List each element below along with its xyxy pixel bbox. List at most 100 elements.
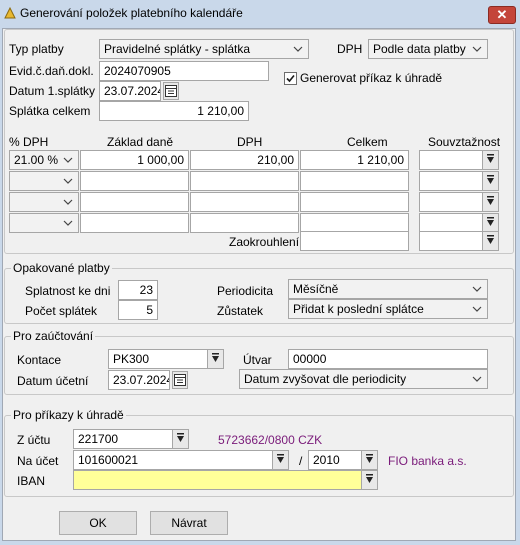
bank-code-field[interactable]: 2010	[308, 450, 378, 470]
navrat-button[interactable]: Návrat	[150, 511, 228, 535]
souv-field[interactable]	[419, 150, 499, 170]
lookup-arrow-icon	[212, 353, 219, 362]
calendar-icon	[174, 374, 186, 386]
typ-platby-select[interactable]: Pravidelné splátky - splátka	[99, 39, 309, 59]
datum-splatky-label: Datum 1.splátky	[9, 84, 96, 98]
generovat-checkbox[interactable]	[284, 72, 297, 85]
total-cell[interactable]	[300, 171, 409, 191]
total-cell[interactable]	[300, 192, 409, 212]
datum-splatky-field[interactable]: 23.07.2024	[99, 81, 161, 101]
lookup-arrow-icon	[487, 196, 494, 205]
periodicita-label: Periodicita	[217, 284, 274, 298]
ok-button[interactable]: OK	[59, 511, 137, 535]
base-cell[interactable]	[80, 192, 189, 212]
lookup-arrow-icon	[366, 454, 373, 463]
vat-rate-select[interactable]	[9, 192, 79, 212]
splatka-celkem-label: Splátka celkem	[9, 104, 91, 118]
base-cell[interactable]	[80, 171, 189, 191]
title-bar: Generování položek platebního kalendáře …	[0, 0, 520, 28]
souv-lookup-button[interactable]	[482, 214, 498, 232]
evid-field[interactable]: 2024070905	[99, 61, 269, 81]
na-ucet-label: Na účet	[17, 454, 59, 468]
vat-cell[interactable]	[190, 192, 299, 212]
dph-value: Podle data platby	[373, 42, 466, 56]
dph-label: DPH	[337, 42, 363, 56]
splatnost-field[interactable]: 23	[118, 280, 158, 300]
bank-code-lookup-button[interactable]	[361, 451, 377, 469]
iban-field[interactable]	[73, 470, 378, 490]
utvar-label: Útvar	[243, 353, 272, 367]
chevron-down-icon	[63, 199, 73, 205]
total-cell[interactable]	[300, 213, 409, 233]
lookup-arrow-icon	[366, 474, 373, 483]
chevron-down-icon	[63, 178, 73, 184]
zustatek-value: Přidat k poslední splátce	[293, 302, 424, 316]
z-uctu-info: 5723662/0800 CZK	[218, 433, 323, 447]
zaokrouhleni-souv-field[interactable]	[419, 231, 499, 251]
vat-rate-select[interactable]	[9, 213, 79, 233]
na-ucet-lookup-button[interactable]	[272, 451, 288, 469]
total-cell[interactable]: 1 210,00	[300, 150, 409, 170]
zauctovani-title: Pro zaúčtování	[11, 329, 96, 343]
chevron-down-icon	[472, 306, 482, 312]
iban-lookup-button[interactable]	[361, 471, 377, 489]
col-header-total: Celkem	[347, 135, 388, 149]
pocet-field[interactable]: 5	[118, 300, 158, 320]
lookup-arrow-icon	[487, 235, 494, 244]
z-uctu-field[interactable]: 221700	[73, 429, 189, 449]
souv-lookup-button[interactable]	[482, 172, 498, 190]
vat-cell[interactable]	[190, 213, 299, 233]
zaokrouhleni-label: Zaokrouhlení	[229, 235, 300, 249]
col-header-souv: Souvztažnost	[428, 135, 501, 149]
souv-field[interactable]	[419, 192, 499, 212]
iban-label: IBAN	[17, 474, 46, 488]
col-header-rate: % DPH	[9, 135, 49, 149]
lookup-arrow-icon	[487, 217, 494, 226]
splatka-celkem-field[interactable]: 1 210,00	[99, 101, 249, 121]
generovat-label: Generovat příkaz k úhradě	[300, 71, 443, 85]
window-title: Generování položek platebního kalendáře	[20, 6, 243, 20]
chevron-down-icon	[472, 46, 482, 52]
vat-cell[interactable]	[190, 171, 299, 191]
vat-rate-select[interactable]: 21.00 %	[9, 150, 79, 170]
bank-code-value: 2010	[313, 453, 340, 467]
dialog-body: Typ platby Pravidelné splátky - splátka …	[2, 28, 516, 541]
base-cell[interactable]: 1 000,00	[80, 150, 189, 170]
datum-mode-value: Datum zvyšovat dle periodicity	[244, 372, 407, 386]
close-button[interactable]: ✕	[488, 6, 516, 24]
calendar-button[interactable]	[163, 82, 179, 100]
col-header-base: Základ daně	[107, 135, 174, 149]
zustatek-label: Zůstatek	[217, 304, 264, 318]
souv-field[interactable]	[419, 171, 499, 191]
souv-field[interactable]	[419, 213, 499, 233]
account-slash: /	[299, 454, 303, 468]
calendar-button[interactable]	[172, 371, 188, 389]
chevron-down-icon	[63, 157, 73, 163]
z-uctu-lookup-button[interactable]	[172, 430, 188, 448]
datum-ucetni-field[interactable]: 23.07.2024	[108, 370, 170, 390]
na-ucet-value: 101600021	[78, 453, 139, 467]
prikazy-title: Pro příkazy k úhradě	[11, 408, 126, 422]
dph-select[interactable]: Podle data platby	[368, 39, 488, 59]
datum-mode-select[interactable]: Datum zvyšovat dle periodicity	[239, 369, 488, 389]
vat-rate-select[interactable]	[9, 171, 79, 191]
evid-label: Evid.č.daň.dokl.	[9, 64, 94, 78]
typ-platby-value: Pravidelné splátky - splátka	[104, 42, 251, 56]
base-cell[interactable]	[80, 213, 189, 233]
datum-ucetni-label: Datum účetní	[17, 374, 89, 388]
souv-lookup-button[interactable]	[482, 193, 498, 211]
chevron-down-icon	[472, 376, 482, 382]
utvar-field[interactable]: 00000	[288, 349, 488, 369]
zustatek-select[interactable]: Přidat k poslední splátce	[288, 299, 488, 319]
zaokrouhleni-field[interactable]	[300, 231, 409, 251]
periodicita-select[interactable]: Měsíčně	[288, 279, 488, 299]
col-header-vat: DPH	[237, 135, 263, 149]
souv-lookup-button[interactable]	[482, 232, 498, 250]
kontace-value: PK300	[113, 352, 150, 366]
kontace-field[interactable]: PK300	[108, 349, 224, 369]
chevron-down-icon	[63, 220, 73, 226]
souv-lookup-button[interactable]	[482, 151, 498, 169]
vat-cell[interactable]: 210,00	[190, 150, 299, 170]
na-ucet-field[interactable]: 101600021	[73, 450, 289, 470]
kontace-lookup-button[interactable]	[207, 350, 223, 368]
